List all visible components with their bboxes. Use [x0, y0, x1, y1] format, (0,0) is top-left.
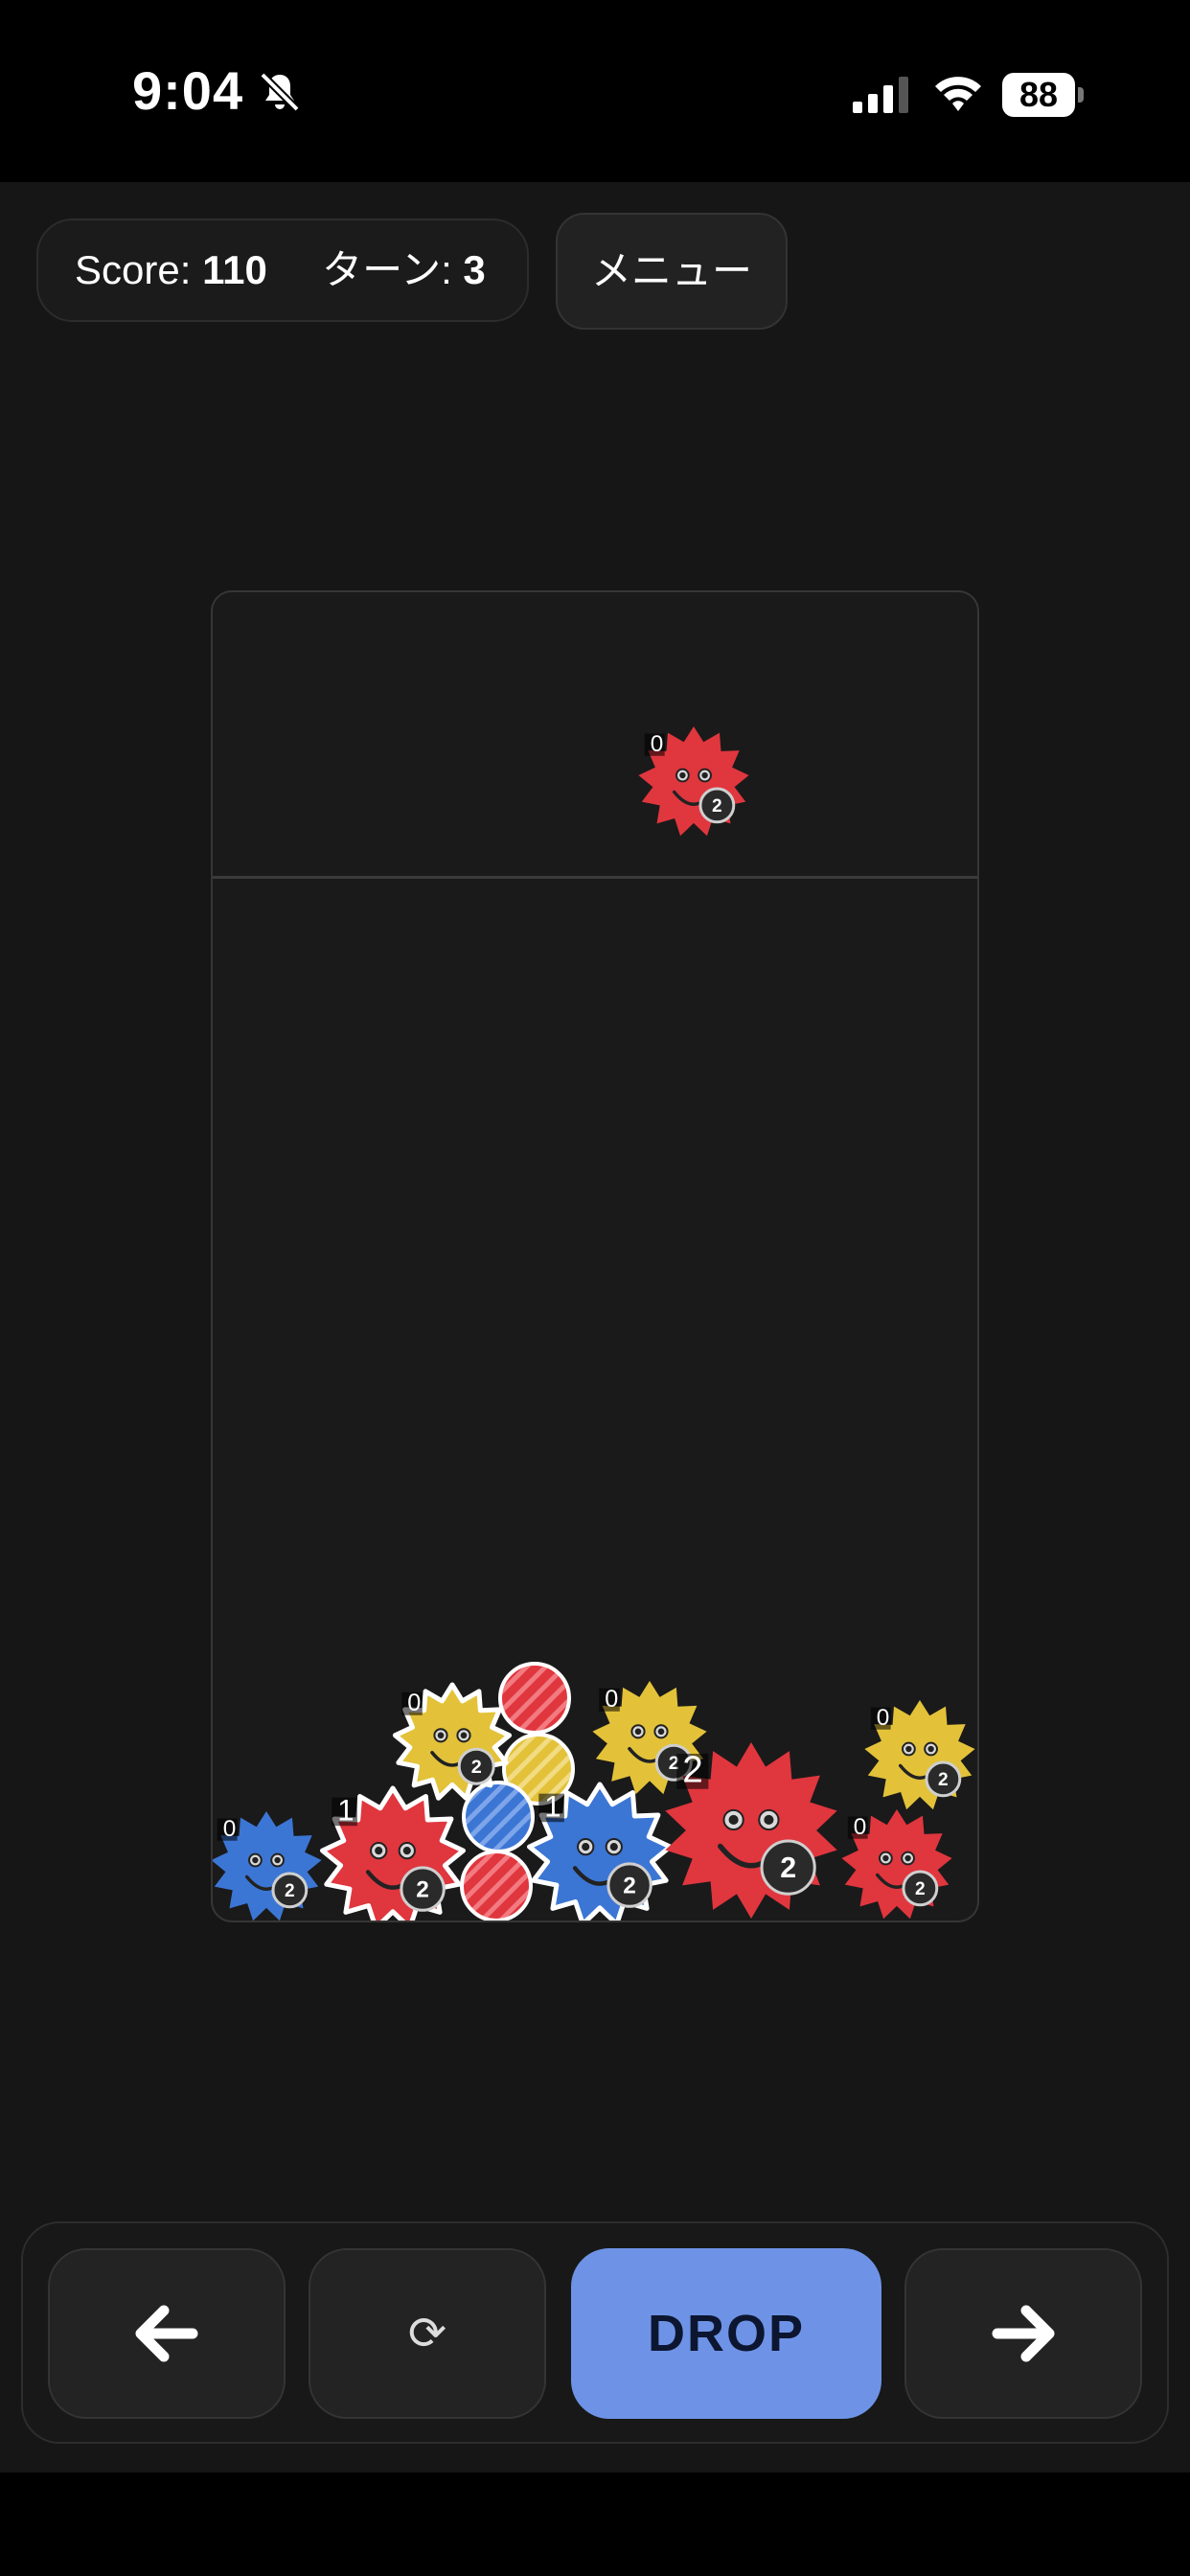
rotate-icon: ⟳	[407, 2309, 447, 2359]
piece-tag: 2	[682, 1749, 702, 1790]
wifi-icon	[931, 71, 985, 120]
piece-level-badge: 2	[712, 796, 722, 816]
blue-ball	[462, 1781, 535, 1853]
piece-tag: 0	[605, 1686, 618, 1713]
menu-button[interactable]: メニュー	[556, 213, 788, 330]
piece-level-badge: 2	[938, 1770, 949, 1790]
yellow-face-piece: 20	[864, 1700, 975, 1810]
piece-tag: 1	[544, 1789, 561, 1823]
bell-muted-icon	[257, 69, 303, 120]
red-face-piece: 20	[841, 1809, 952, 1920]
cellular-signal-icon	[851, 75, 912, 120]
status-bar: 9:04 88	[0, 0, 1190, 182]
arrow-right-icon	[992, 2305, 1055, 2362]
piece-level-badge: 2	[285, 1881, 295, 1901]
board-canvas: 20 20 20 20 20 21 21 22 20	[213, 726, 975, 1920]
blue-face-piece: 21	[527, 1782, 673, 1920]
red-ball	[460, 1850, 533, 1920]
piece-level-badge: 2	[623, 1874, 636, 1899]
piece-tag: 1	[337, 1793, 354, 1827]
blue-face-piece: 20	[213, 1811, 322, 1920]
score-turn-panel: Score: 110 ターン: 3	[36, 218, 529, 322]
battery-level: 88	[1002, 73, 1075, 117]
arrow-left-icon	[135, 2305, 198, 2362]
red-ball	[498, 1662, 571, 1735]
piece-tag: 0	[223, 1816, 237, 1842]
piece-tag: 0	[877, 1705, 890, 1731]
turn-value: 3	[463, 247, 486, 292]
battery-icon: 88	[1002, 73, 1084, 117]
move-left-button[interactable]	[48, 2248, 286, 2419]
piece-tag: 0	[651, 731, 664, 757]
piece-level-badge: 2	[416, 1877, 429, 1903]
drop-button[interactable]: DROP	[571, 2248, 881, 2419]
rotate-button[interactable]: ⟳	[309, 2248, 546, 2419]
score-value: 110	[202, 247, 267, 292]
piece-tag: 0	[407, 1690, 421, 1716]
status-time: 9:04	[132, 60, 244, 121]
next-piece-red: 20	[638, 726, 749, 837]
control-bar: ⟳ DROP	[21, 2221, 1169, 2444]
home-indicator-area	[0, 2472, 1190, 2576]
piece-tag: 0	[854, 1814, 867, 1840]
piece-level-badge: 2	[471, 1757, 482, 1778]
piece-level-badge: 2	[915, 1879, 926, 1899]
turn-label: ターン:	[322, 247, 452, 292]
red-face-piece: 21	[320, 1785, 466, 1920]
score-label: Score:	[75, 247, 192, 292]
game-board: 20 20 20 20 20 21 21 22 20	[211, 590, 979, 1922]
move-right-button[interactable]	[904, 2248, 1142, 2419]
big-red-face-piece: 22	[665, 1742, 837, 1919]
piece-level-badge: 2	[780, 1852, 796, 1884]
